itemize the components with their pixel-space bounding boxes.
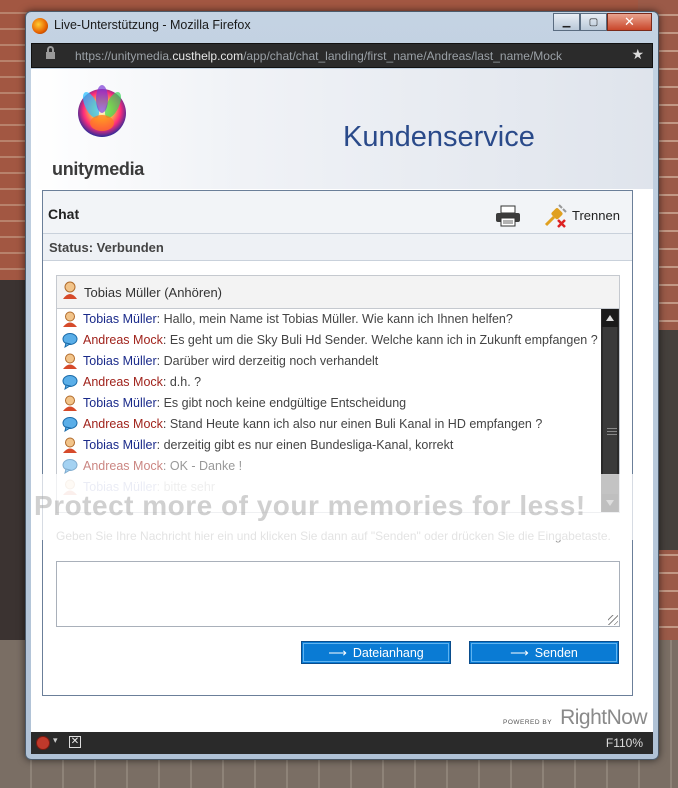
customer-speech-icon: [62, 375, 78, 390]
chat-message: Andreas Mock: d.h. ?: [62, 374, 598, 390]
firefox-icon: [32, 18, 48, 34]
unitymedia-logo-icon: [78, 85, 126, 137]
status-text: Status: Verbunden: [49, 240, 164, 255]
resize-grip-icon[interactable]: [608, 615, 618, 625]
message-text: : Hallo, mein Name ist Tobias Müller. Wi…: [156, 312, 513, 326]
photobucket-watermark: Protect more of your memories for less!: [31, 474, 653, 540]
close-addon-bar-icon[interactable]: ✕: [69, 736, 81, 748]
zoom-level[interactable]: F110%: [606, 736, 643, 750]
banner: unitymedia Kundenservice: [31, 69, 653, 189]
chat-panel: Chat Trennen Status: Verbunden Tobias Mü…: [42, 190, 633, 696]
message-list: Tobias Müller: Hallo, mein Name ist Tobi…: [57, 309, 602, 500]
agent-avatar-icon: [63, 437, 77, 453]
message-text: : d.h. ?: [162, 375, 202, 389]
message-text: : Stand Heute kann ich also nur einen Bu…: [162, 417, 543, 431]
message-input[interactable]: [56, 561, 620, 627]
disconnect-label: Trennen: [572, 207, 620, 223]
arrow-right-icon: ⟶: [510, 644, 529, 660]
chat-message: Andreas Mock: OK - Danke !: [62, 458, 598, 474]
chat-header: Chat Trennen: [43, 191, 632, 234]
adblock-icon[interactable]: [36, 736, 50, 750]
message-sender: Andreas Mock: [83, 459, 163, 473]
agent-name: Tobias Müller (Anhören): [84, 285, 223, 300]
chat-message: Tobias Müller: Es gibt noch keine endgül…: [62, 395, 598, 411]
message-sender: Tobias Müller: [83, 312, 157, 326]
browser-status-bar: ▾ ✕ F110%: [31, 732, 653, 754]
close-button[interactable]: ✕: [607, 13, 652, 31]
chat-message: Tobias Müller: derzeitig gibt es nur ein…: [62, 437, 598, 453]
chat-message: Andreas Mock: Stand Heute kann ich also …: [62, 416, 598, 432]
chat-title: Chat: [48, 206, 80, 222]
message-text: : Darüber wird derzeitig noch verhandelt: [156, 354, 379, 368]
page-title: Kundenservice: [343, 121, 535, 153]
page-content: unitymedia Kundenservice Chat Trennen St…: [31, 69, 653, 743]
customer-speech-icon: [62, 417, 78, 432]
maximize-icon: ▢: [588, 16, 599, 28]
chat-message: Tobias Müller: Darüber wird derzeitig no…: [62, 353, 598, 369]
title-bar[interactable]: Live-Unterstützung - Mozilla Firefox ▁ ▢…: [26, 12, 658, 40]
scroll-up-icon[interactable]: [602, 309, 618, 327]
powered-by-text: POWERED BY: [503, 719, 553, 726]
agent-avatar-icon: [63, 281, 77, 299]
customer-speech-icon: [62, 333, 78, 348]
scroll-thumb[interactable]: [603, 327, 617, 475]
attach-file-button[interactable]: ⟶ Dateianhang: [301, 641, 451, 664]
minimize-icon: ▁: [562, 16, 571, 28]
unplug-icon: [544, 204, 567, 228]
close-icon: ✕: [624, 14, 635, 30]
send-button[interactable]: ⟶ Senden: [469, 641, 619, 664]
message-sender: Tobias Müller: [83, 396, 157, 410]
chat-message: Andreas Mock: Es geht um die Sky Buli Hd…: [62, 332, 598, 348]
browser-window: Live-Unterstützung - Mozilla Firefox ▁ ▢…: [25, 11, 659, 760]
agent-avatar-icon: [63, 395, 77, 411]
chat-message: Tobias Müller: Hallo, mein Name ist Tobi…: [62, 311, 598, 327]
address-bar[interactable]: https://unitymedia.custhelp.com/app/chat…: [31, 43, 653, 68]
window-title: Live-Unterstützung - Mozilla Firefox: [54, 18, 251, 32]
attach-label: Dateianhang: [352, 645, 424, 660]
watermark-text: Protect more of your memories for less!: [34, 490, 586, 521]
message-sender: Tobias Müller: [83, 354, 157, 368]
print-icon[interactable]: [495, 205, 521, 227]
brand-name: unitymedia: [52, 159, 145, 179]
message-sender: Andreas Mock: [83, 417, 163, 431]
message-text: : OK - Danke !: [162, 459, 243, 473]
agent-roster: Tobias Müller (Anhören): [56, 275, 620, 309]
maximize-button[interactable]: ▢: [580, 13, 607, 31]
connection-status: Status: Verbunden: [43, 234, 632, 261]
customer-speech-icon: [62, 459, 78, 474]
powered-by-rightnow: POWERED BY RightNow: [503, 706, 648, 730]
message-text: : derzeitig gibt es nur einen Bundesliga…: [156, 438, 454, 452]
message-text: : Es gibt noch keine endgültige Entschei…: [156, 396, 407, 410]
message-sender: Andreas Mock: [83, 333, 163, 347]
rightnow-logo: RightNow: [560, 706, 648, 729]
arrow-right-icon: ⟶: [328, 644, 347, 660]
url-text[interactable]: https://unitymedia.custhelp.com/app/chat…: [75, 49, 562, 63]
send-label: Senden: [534, 645, 578, 660]
message-sender: Tobias Müller: [83, 438, 157, 452]
disconnect-button[interactable]: Trennen: [543, 201, 620, 229]
agent-avatar-icon: [63, 353, 77, 369]
minimize-button[interactable]: ▁: [553, 13, 580, 31]
message-text: : Es geht um die Sky Buli Hd Sender. Wel…: [162, 333, 598, 347]
message-sender: Andreas Mock: [83, 375, 163, 389]
agent-avatar-icon: [63, 311, 77, 327]
bookmark-star-icon[interactable]: ★: [631, 47, 644, 63]
lock-icon: [46, 46, 55, 61]
chevron-down-icon[interactable]: ▾: [53, 736, 58, 746]
